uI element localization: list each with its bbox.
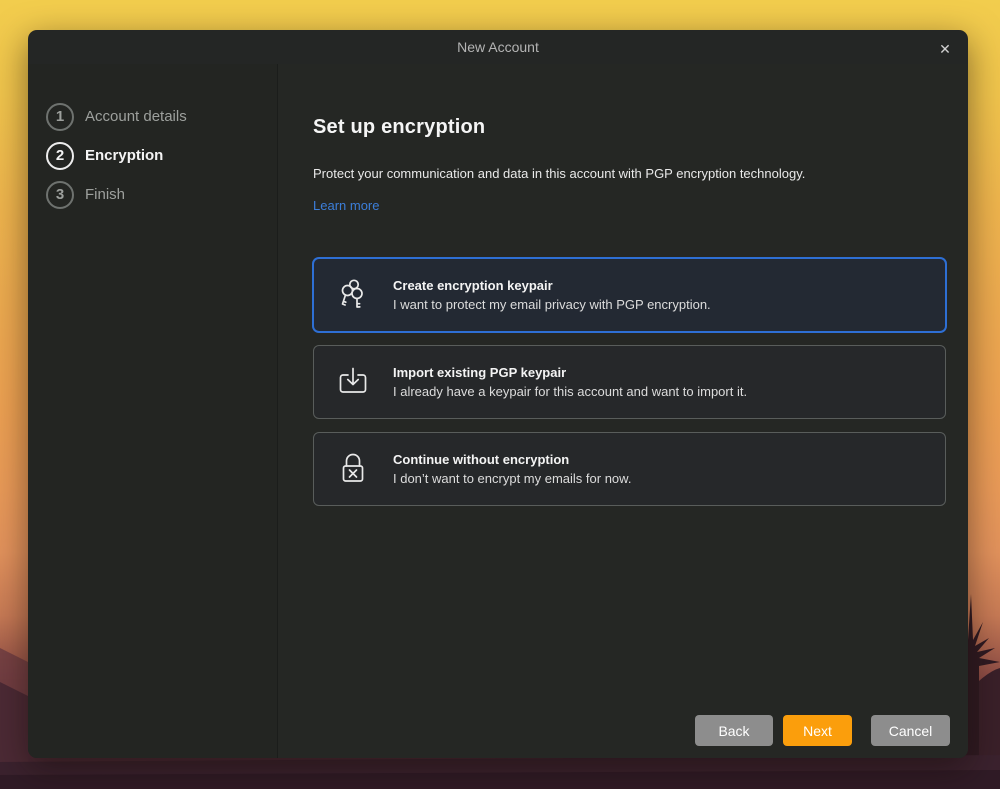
- cancel-button[interactable]: Cancel: [871, 715, 950, 746]
- wizard-footer: Back Next Cancel: [695, 715, 950, 746]
- step-1-circle: 1: [46, 103, 74, 131]
- new-account-dialog: New Account ✕ 1 Account details 2 Encryp…: [28, 30, 968, 758]
- step-2-label: Encryption: [85, 147, 163, 164]
- option-import-keypair[interactable]: Import existing PGP keypair I already ha…: [313, 345, 946, 419]
- back-button[interactable]: Back: [695, 715, 773, 746]
- learn-more-link[interactable]: Learn more: [313, 198, 379, 213]
- option-title: Create encryption keypair: [393, 278, 711, 293]
- step-3-circle: 3: [46, 181, 74, 209]
- keys-icon: [333, 275, 373, 315]
- close-icon[interactable]: ✕: [932, 36, 958, 62]
- dialog-titlebar[interactable]: New Account ✕: [28, 30, 968, 64]
- option-create-keypair[interactable]: Create encryption keypair I want to prot…: [313, 258, 946, 332]
- option-subtitle: I want to protect my email privacy with …: [393, 297, 711, 312]
- option-text: Create encryption keypair I want to prot…: [393, 278, 711, 312]
- next-button[interactable]: Next: [783, 715, 852, 746]
- desktop-background: { "window": { "title": "New Account", "c…: [0, 0, 1000, 789]
- encryption-setup-panel: Set up encryption Protect your communica…: [278, 64, 968, 758]
- wizard-steps-sidebar: 1 Account details 2 Encryption 3 Finish: [28, 64, 278, 758]
- option-title: Continue without encryption: [393, 452, 631, 467]
- option-text: Import existing PGP keypair I already ha…: [393, 365, 747, 399]
- option-text: Continue without encryption I don’t want…: [393, 452, 631, 486]
- dialog-body: 1 Account details 2 Encryption 3 Finish …: [28, 64, 968, 758]
- page-title: Set up encryption: [313, 116, 946, 139]
- encryption-options-list: Create encryption keypair I want to prot…: [313, 258, 946, 506]
- option-subtitle: I already have a keypair for this accoun…: [393, 384, 747, 399]
- dialog-title: New Account: [28, 30, 968, 55]
- step-2-circle: 2: [46, 142, 74, 170]
- import-icon: [333, 362, 373, 402]
- option-title: Import existing PGP keypair: [393, 365, 747, 380]
- option-no-encryption[interactable]: Continue without encryption I don’t want…: [313, 432, 946, 506]
- step-account-details: 1 Account details: [46, 102, 277, 131]
- page-description: Protect your communication and data in t…: [313, 166, 946, 181]
- step-1-label: Account details: [85, 108, 187, 125]
- option-subtitle: I don’t want to encrypt my emails for no…: [393, 471, 631, 486]
- lock-x-icon: [333, 449, 373, 489]
- step-encryption: 2 Encryption: [46, 141, 277, 170]
- step-3-label: Finish: [85, 186, 125, 203]
- step-finish: 3 Finish: [46, 180, 277, 209]
